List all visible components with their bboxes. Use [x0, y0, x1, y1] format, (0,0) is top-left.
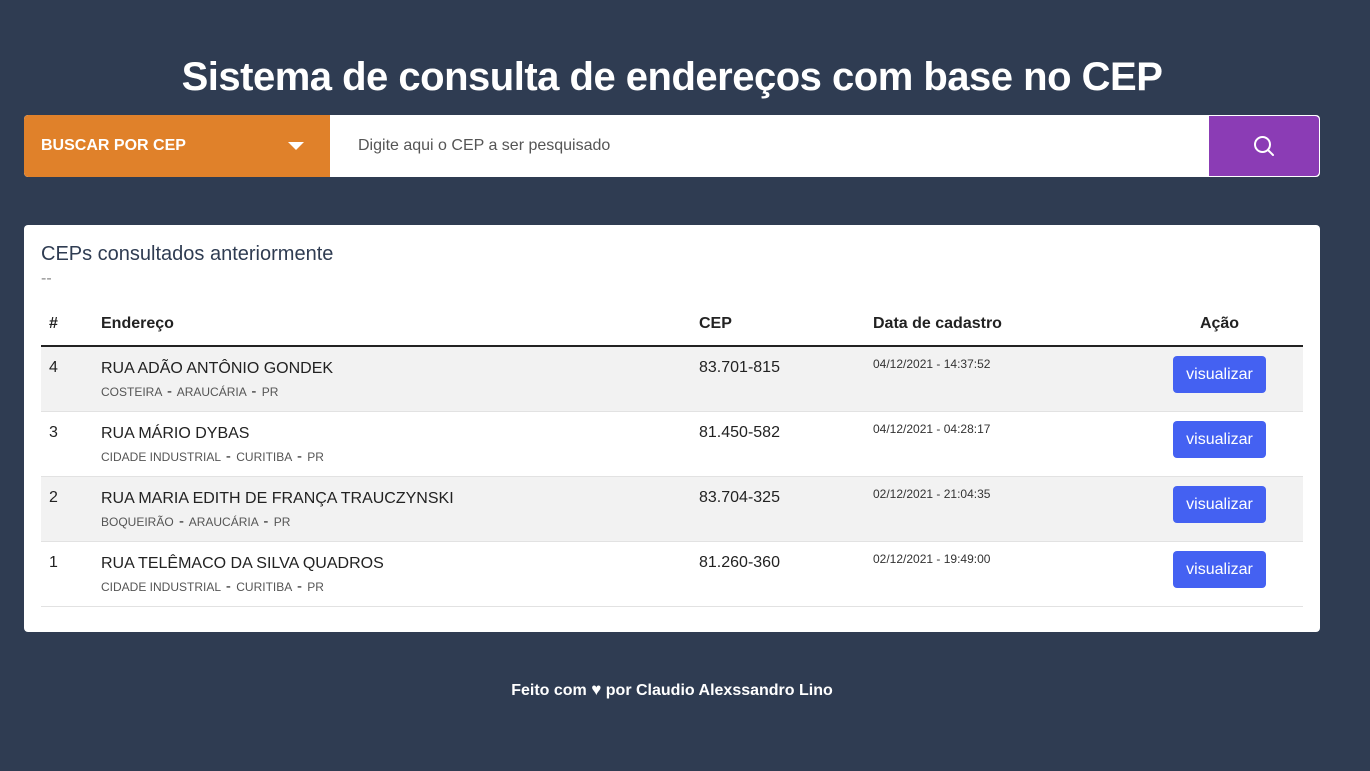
cep-search-input[interactable]: [330, 115, 1209, 177]
history-table: # Endereço CEP Data de cadastro Ação 4 R…: [41, 303, 1303, 607]
city: ARAUCÁRIA: [188, 514, 259, 529]
table-row: 2 RUA MARIA EDITH DE FRANÇA TRAUCZYNSKI …: [41, 476, 1303, 541]
state: PR: [261, 385, 279, 399]
separator: -: [296, 577, 302, 595]
city: ARAUCÁRIA: [176, 385, 247, 399]
view-button[interactable]: visualizar: [1173, 485, 1266, 523]
locale-line: COSTEIRA - ARAUCÁRIA - PR: [101, 384, 683, 400]
street-name: RUA TELÊMACO DA SILVA QUADROS: [101, 554, 384, 572]
separator: -: [296, 447, 302, 465]
table-header-row: # Endereço CEP Data de cadastro Ação: [41, 303, 1303, 347]
search-button[interactable]: [1209, 116, 1319, 176]
column-header-address: Endereço: [93, 303, 691, 347]
history-subtitle: --: [41, 270, 52, 287]
action-cell: visualizar: [1136, 411, 1303, 476]
city: CURITIBA: [236, 449, 292, 464]
history-card: CEPs consultados anteriormente -- # Ende…: [24, 225, 1320, 632]
history-title: CEPs consultados anteriormente: [41, 243, 334, 265]
action-cell: visualizar: [1136, 476, 1303, 541]
state: PR: [307, 449, 324, 464]
page-title: Sistema de consulta de endereços com bas…: [181, 54, 1163, 99]
cep-value: 83.701-815: [699, 359, 780, 376]
separator: -: [225, 447, 231, 465]
table-row: 1 RUA TELÊMACO DA SILVA QUADROS CIDADE I…: [41, 541, 1303, 606]
separator: -: [179, 512, 185, 530]
table-row: 4 RUA ADÃO ANTÔNIO GONDEK COSTEIRA - ARA…: [41, 346, 1303, 411]
column-header-num: #: [41, 303, 93, 347]
action-cell: visualizar: [1136, 346, 1303, 411]
address-cell: RUA MARIA EDITH DE FRANÇA TRAUCZYNSKI BO…: [93, 476, 691, 541]
address-cell: RUA ADÃO ANTÔNIO GONDEK COSTEIRA - ARAUC…: [93, 346, 691, 411]
separator: -: [251, 383, 257, 400]
district: BOQUEIRÃO: [101, 514, 174, 529]
table-row: 3 RUA MÁRIO DYBAS CIDADE INDUSTRIAL - CU…: [41, 411, 1303, 476]
search-mode-dropdown[interactable]: BUSCAR POR CEP: [24, 115, 330, 177]
row-number: 1: [49, 553, 58, 571]
city: CURITIBA: [236, 579, 292, 594]
separator: -: [167, 383, 173, 400]
column-header-cep: CEP: [691, 303, 865, 347]
date-value: 02/12/2021 - 19:49:00: [873, 551, 991, 566]
search-mode-label: BUSCAR POR CEP: [41, 137, 186, 154]
row-number: 3: [49, 423, 58, 441]
cep-value: 81.450-582: [699, 423, 780, 441]
cep-value: 83.704-325: [699, 488, 780, 506]
date-value: 04/12/2021 - 04:28:17: [873, 421, 991, 436]
row-number: 4: [49, 359, 58, 376]
footer-prefix: Feito com: [511, 682, 587, 699]
search-bar: BUSCAR POR CEP: [24, 115, 1320, 177]
locale-line: CIDADE INDUSTRIAL - CURITIBA - PR: [101, 447, 683, 465]
column-header-date: Data de cadastro: [865, 303, 1136, 347]
street-name: RUA MÁRIO DYBAS: [101, 424, 250, 442]
district: CIDADE INDUSTRIAL: [101, 449, 221, 464]
locale-line: CIDADE INDUSTRIAL - CURITIBA - PR: [101, 577, 683, 595]
row-number: 2: [49, 488, 58, 506]
footer: Feito com ♥ por Claudio Alexssandro Lino: [0, 680, 1344, 700]
view-button[interactable]: visualizar: [1173, 420, 1266, 458]
heart-icon: ♥: [591, 680, 602, 699]
state: PR: [307, 579, 324, 594]
action-cell: visualizar: [1136, 541, 1303, 606]
search-icon: [1254, 136, 1274, 156]
district: COSTEIRA: [101, 385, 162, 399]
address-cell: RUA TELÊMACO DA SILVA QUADROS CIDADE IND…: [93, 541, 691, 606]
separator: -: [263, 512, 269, 530]
caret-down-icon: [288, 142, 304, 150]
view-button[interactable]: visualizar: [1173, 356, 1266, 393]
locale-line: BOQUEIRÃO - ARAUCÁRIA - PR: [101, 512, 683, 530]
state: PR: [273, 514, 291, 529]
date-value: 02/12/2021 - 21:04:35: [873, 486, 991, 501]
view-button[interactable]: visualizar: [1173, 550, 1266, 588]
address-cell: RUA MÁRIO DYBAS CIDADE INDUSTRIAL - CURI…: [93, 411, 691, 476]
footer-author: por Claudio Alexssandro Lino: [605, 682, 833, 699]
date-value: 04/12/2021 - 14:37:52: [873, 357, 991, 371]
street-name: RUA ADÃO ANTÔNIO GONDEK: [101, 360, 334, 377]
column-header-action: Ação: [1136, 303, 1303, 347]
street-name: RUA MARIA EDITH DE FRANÇA TRAUCZYNSKI: [101, 489, 454, 507]
cep-value: 81.260-360: [699, 553, 780, 571]
district: CIDADE INDUSTRIAL: [101, 579, 221, 594]
separator: -: [225, 577, 231, 595]
